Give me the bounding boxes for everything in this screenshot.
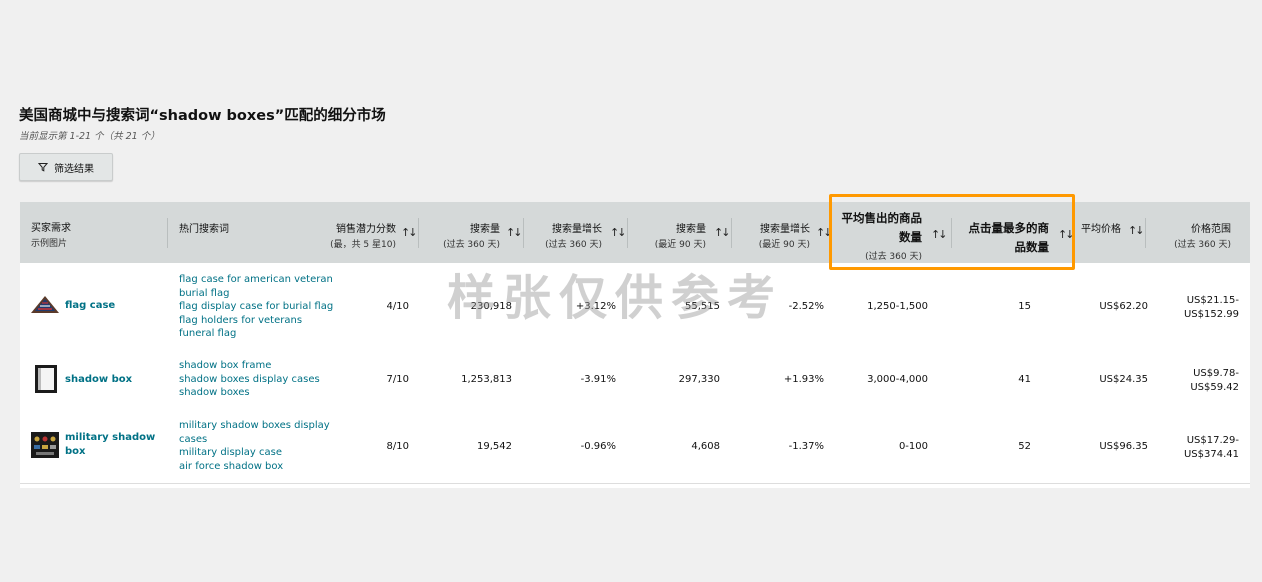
avg-price-value: US$62.20 xyxy=(1099,301,1148,312)
column-separator xyxy=(1145,218,1146,248)
results-count: 当前显示第 1-21 个（共 21 个） xyxy=(19,131,160,142)
shadow-box-icon xyxy=(34,364,58,398)
col-header-buyer-need: 买家需求 示例图片 xyxy=(31,223,71,249)
avg-units-sold-value: 3,000-4,000 xyxy=(867,374,928,385)
keyword-link[interactable]: shadow boxes display cases xyxy=(179,373,320,387)
search-growth-90-value: -1.37% xyxy=(788,441,824,452)
col-header-search-growth-360: 搜索量增长 (过去 360 天) xyxy=(545,224,602,250)
sort-potential-icon[interactable]: ↑↓ xyxy=(401,226,418,239)
most-clicked-count-value: 41 xyxy=(1018,374,1031,385)
col-header-avg-price: 平均价格 xyxy=(1081,224,1121,235)
column-separator xyxy=(167,218,168,248)
keyword-list: flag case for american veteran burial fl… xyxy=(179,273,333,341)
col-header-price-range: 价格范围 (过去 360 天) xyxy=(1174,224,1231,250)
avg-price-value: US$96.35 xyxy=(1099,441,1148,452)
table-row[interactable]: military shadow box military shadow boxe… xyxy=(20,410,1250,484)
filter-icon xyxy=(38,163,48,172)
search-growth-90-value: -2.52% xyxy=(788,301,824,312)
flag-case-icon xyxy=(30,293,60,319)
filter-results-label: 筛选结果 xyxy=(54,163,94,175)
sort-growth360-icon[interactable]: ↑↓ xyxy=(610,226,627,239)
filter-results-button[interactable]: 筛选结果 xyxy=(19,153,113,181)
keyword-link[interactable]: funeral flag xyxy=(179,327,333,341)
most-clicked-count-value: 15 xyxy=(1018,301,1031,312)
buyer-need-link[interactable]: flag case xyxy=(65,300,115,311)
col-header-avg-units-sold: 平均售出的商品 数量 (过去 360 天) xyxy=(841,211,923,262)
avg-units-sold-value: 1,250-1,500 xyxy=(867,301,928,312)
keyword-link[interactable]: military display case xyxy=(179,446,330,460)
column-separator xyxy=(523,218,524,248)
sort-volume360-icon[interactable]: ↑↓ xyxy=(506,226,523,239)
keyword-link[interactable]: flag holders for veterans xyxy=(179,314,333,328)
sort-units-sold-icon[interactable]: ↑↓ xyxy=(931,228,948,241)
search-volume-90-value: 4,608 xyxy=(691,441,720,452)
col-header-search-volume-360: 搜索量 (过去 360 天) xyxy=(443,224,500,250)
col-header-sales-potential: 销售潜力分数 (最，共 5 星10) xyxy=(330,224,396,250)
keyword-list: shadow box frame shadow boxes display ca… xyxy=(179,359,320,400)
search-growth-360-value: -0.96% xyxy=(580,441,616,452)
keyword-link[interactable]: shadow boxes xyxy=(179,386,320,400)
search-volume-360-value: 230,918 xyxy=(470,301,512,312)
sort-avg-price-icon[interactable]: ↑↓ xyxy=(1128,224,1145,237)
most-clicked-count-value: 52 xyxy=(1018,441,1031,452)
avg-price-value: US$24.35 xyxy=(1099,374,1148,385)
keyword-link[interactable]: burial flag xyxy=(179,287,333,301)
keyword-link[interactable]: flag display case for burial flag xyxy=(179,300,333,314)
price-range-value: US$21.15- US$152.99 xyxy=(1183,295,1239,320)
search-volume-360-value: 1,253,813 xyxy=(461,374,512,385)
keyword-list: military shadow boxes display cases mili… xyxy=(179,419,330,473)
table-header: 买家需求 示例图片 热门搜索词 销售潜力分数 (最，共 5 星10) ↑↓ 搜索… xyxy=(20,202,1250,263)
sales-potential-value: 7/10 xyxy=(386,374,409,385)
sort-top-clicked-icon[interactable]: ↑↓ xyxy=(1058,228,1075,241)
search-growth-90-value: +1.93% xyxy=(783,374,824,385)
price-range-value: US$9.78- US$59.42 xyxy=(1190,368,1239,393)
keyword-link[interactable]: cases xyxy=(179,433,330,447)
niche-table: 买家需求 示例图片 热门搜索词 销售潜力分数 (最，共 5 星10) ↑↓ 搜索… xyxy=(20,202,1250,488)
sales-potential-value: 8/10 xyxy=(386,441,409,452)
keyword-link[interactable]: military shadow boxes display xyxy=(179,419,330,433)
search-volume-90-value: 297,330 xyxy=(678,374,720,385)
keyword-link[interactable]: shadow box frame xyxy=(179,359,320,373)
sort-growth90-icon[interactable]: ↑↓ xyxy=(816,226,833,239)
avg-units-sold-value: 0-100 xyxy=(898,441,928,452)
price-range-value: US$17.29- US$374.41 xyxy=(1183,435,1239,460)
column-separator xyxy=(627,218,628,248)
col-header-search-growth-90: 搜索量增长 (最近 90 天) xyxy=(758,224,810,250)
search-growth-360-value: +3.12% xyxy=(575,301,616,312)
col-header-most-clicked-count: 点击量最多的商 品数量 xyxy=(968,221,1050,254)
col-header-search-volume-90: 搜索量 (最近 90 天) xyxy=(654,224,706,250)
military-shadow-box-icon xyxy=(30,431,60,463)
search-volume-360-value: 19,542 xyxy=(477,441,512,452)
column-separator xyxy=(418,218,419,248)
buyer-need-link[interactable]: military shadow box xyxy=(65,431,155,459)
page-title: 美国商城中与搜索词“shadow boxes”匹配的细分市场 xyxy=(19,108,386,124)
table-row[interactable]: shadow box shadow box frame shadow boxes… xyxy=(20,350,1250,411)
sort-volume90-icon[interactable]: ↑↓ xyxy=(714,226,731,239)
column-separator xyxy=(731,218,732,248)
buyer-need-link[interactable]: shadow box xyxy=(65,374,132,385)
keyword-link[interactable]: air force shadow box xyxy=(179,460,330,474)
col-header-top-keywords: 热门搜索词 xyxy=(179,224,229,235)
search-volume-90-value: 55,515 xyxy=(685,301,720,312)
column-separator xyxy=(951,218,952,248)
sales-potential-value: 4/10 xyxy=(386,301,409,312)
table-row[interactable]: flag case flag case for american veteran… xyxy=(20,263,1250,351)
keyword-link[interactable]: flag case for american veteran xyxy=(179,273,333,287)
search-growth-360-value: -3.91% xyxy=(580,374,616,385)
